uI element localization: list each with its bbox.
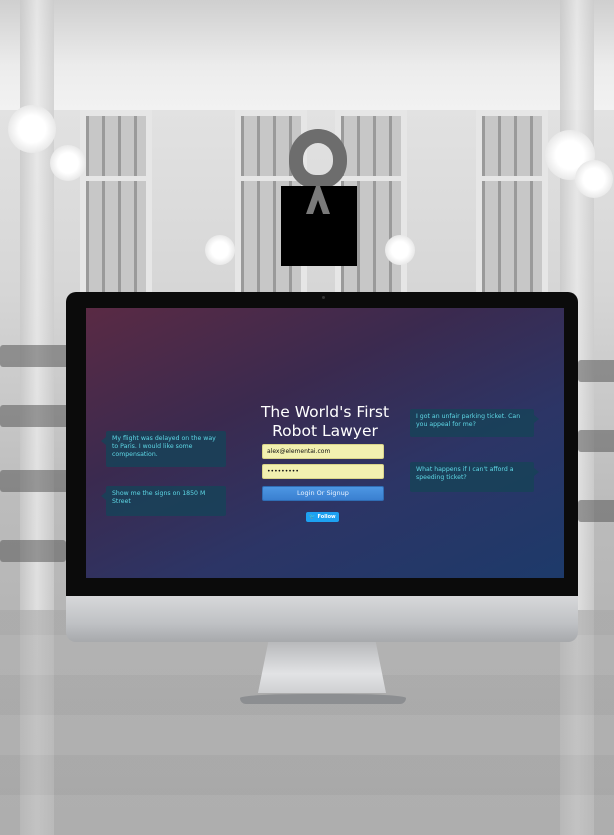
app-screen: The World's First Robot Lawyer My flight… xyxy=(86,308,564,578)
bench xyxy=(0,345,70,367)
follow-button-label: Follow xyxy=(317,514,336,520)
chat-bubble: Show me the signs on 1850 M Street xyxy=(101,486,226,516)
lamp-light xyxy=(575,160,613,198)
bench xyxy=(0,470,70,492)
login-signup-button[interactable]: Login Or Signup xyxy=(262,486,384,501)
monitor-stand xyxy=(258,642,386,694)
password-field[interactable]: ••••••••• xyxy=(262,464,384,479)
monitor-chin xyxy=(66,596,578,642)
lamp-light xyxy=(50,145,86,181)
lamp-light xyxy=(385,235,415,265)
window xyxy=(80,110,152,310)
bench xyxy=(578,430,614,452)
lamp-light xyxy=(8,105,56,153)
monitor-stand-base xyxy=(240,694,406,704)
camera-dot xyxy=(322,296,325,299)
window xyxy=(476,110,548,310)
twitter-bird-icon: 🐦 xyxy=(309,514,316,520)
email-field[interactable]: alex@elementai.com xyxy=(262,444,384,459)
chat-bubble: What happens if I can't afford a speedin… xyxy=(410,462,539,492)
bench xyxy=(0,540,66,562)
chat-bubble: My flight was delayed on the way to Pari… xyxy=(101,431,226,467)
logo-ring xyxy=(289,129,347,189)
follow-button[interactable]: 🐦 Follow xyxy=(306,512,339,522)
bench xyxy=(578,360,614,382)
chat-bubble: I got an unfair parking ticket. Can you … xyxy=(410,409,539,437)
logo-mark-icon xyxy=(306,186,330,214)
bench xyxy=(578,500,614,522)
lamp-light xyxy=(205,235,235,265)
ceiling xyxy=(0,0,614,110)
bench xyxy=(0,405,70,427)
